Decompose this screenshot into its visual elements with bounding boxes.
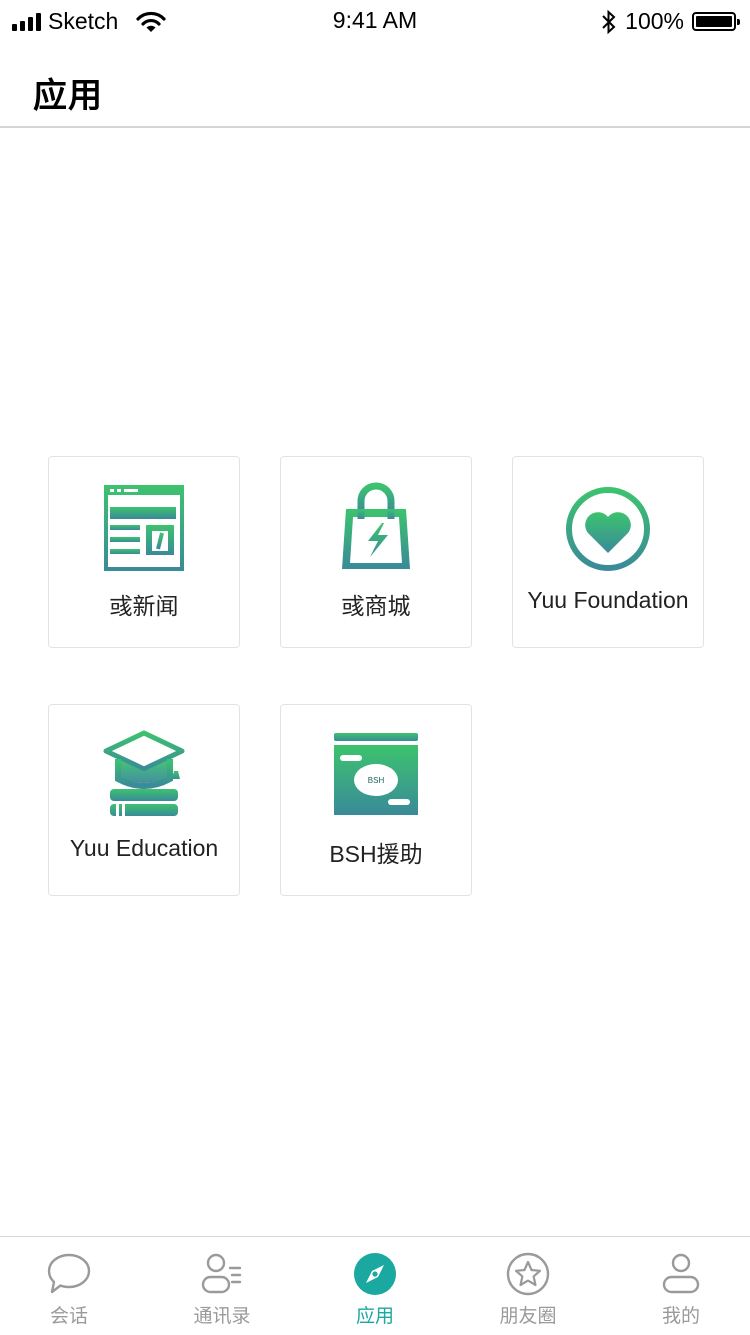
newspaper-icon	[104, 485, 184, 571]
chat-bubble-icon	[47, 1253, 91, 1294]
battery-percentage: 100%	[625, 8, 684, 34]
tab-chat[interactable]: 会话	[0, 1237, 144, 1335]
app-tile-news[interactable]: 彧新闻	[48, 456, 240, 648]
navigation-bar: 应用	[0, 40, 750, 128]
tab-label: 我的	[661, 1306, 700, 1327]
battery-icon	[692, 12, 740, 31]
status-bar: Sketch 9:41 AM 100%	[0, 0, 750, 40]
shopping-bag-icon	[342, 482, 410, 569]
app-tile-education[interactable]: Yuu Education	[48, 704, 240, 896]
app-label: Yuu Education	[69, 835, 219, 861]
bsh-badge-text: BSH	[368, 776, 385, 785]
tab-me[interactable]: 我的	[606, 1237, 750, 1335]
tab-moments[interactable]: 朋友圈	[453, 1237, 603, 1335]
tab-label: 应用	[355, 1306, 394, 1327]
tab-bar: 会话 通讯录 应用 朋友圈 我的	[0, 1236, 750, 1334]
app-tile-bsh-aid[interactable]: BSH BSH援助	[280, 704, 472, 896]
app-label: Yuu Foundation	[527, 587, 689, 613]
app-label: BSH援助	[329, 841, 423, 867]
bluetooth-icon	[602, 9, 616, 34]
tab-contacts[interactable]: 通讯录	[147, 1237, 297, 1335]
page-title: 应用	[33, 77, 103, 115]
heart-icon	[566, 487, 650, 571]
tab-label: 朋友圈	[499, 1306, 557, 1327]
bsh-card-icon: BSH	[334, 733, 418, 815]
graduation-cap-icon	[103, 730, 185, 816]
profile-icon	[662, 1253, 700, 1294]
tab-label: 通讯录	[193, 1306, 251, 1327]
app-tile-shop[interactable]: 彧商城	[280, 456, 472, 648]
tab-label: 会话	[49, 1306, 88, 1327]
app-tile-foundation[interactable]: Yuu Foundation	[512, 456, 704, 648]
tab-apps[interactable]: 应用	[300, 1237, 450, 1335]
compass-icon	[354, 1253, 396, 1295]
app-label: 彧新闻	[109, 593, 179, 619]
app-label: 彧商城	[341, 593, 411, 619]
star-icon	[506, 1252, 550, 1296]
contacts-icon	[201, 1253, 242, 1294]
